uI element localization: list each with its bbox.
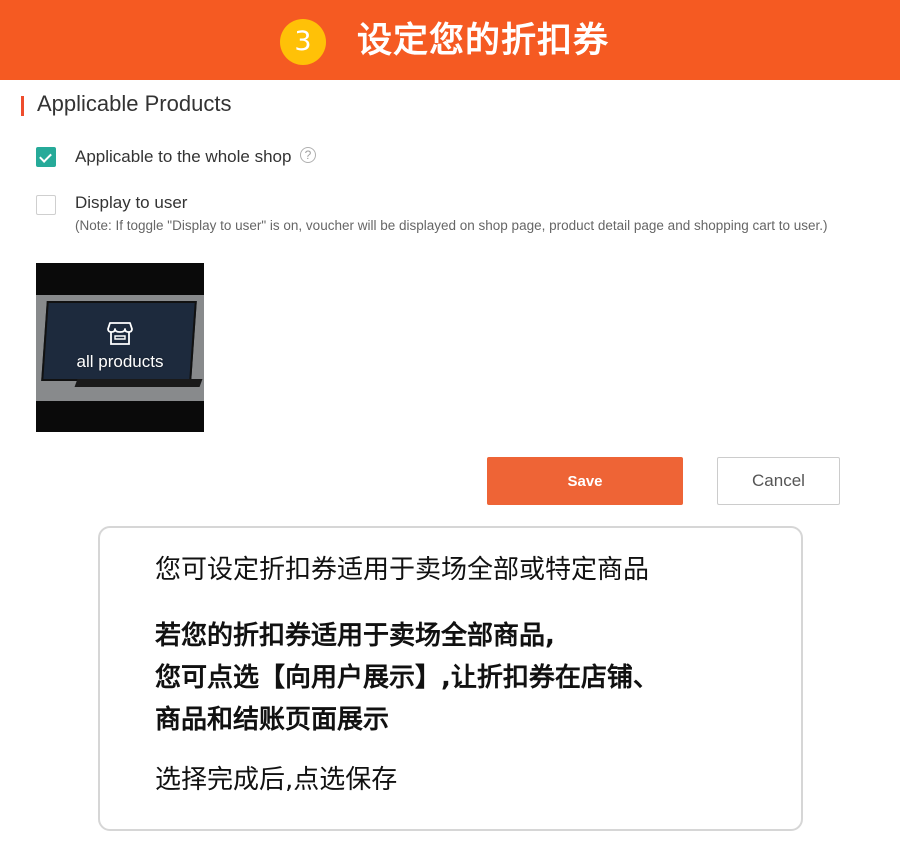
all-products-label: all products	[76, 352, 164, 371]
explanation-box: 您可设定折扣券适用于卖场全部或特定商品 若您的折扣券适用于卖场全部商品, 您可点…	[98, 526, 803, 831]
section-title: Applicable Products	[37, 91, 232, 116]
banner-title: 设定您的折扣券	[357, 21, 610, 61]
display-to-user-label[interactable]: Display to user	[75, 192, 187, 214]
whole-shop-label[interactable]: Applicable to the whole shop	[75, 146, 291, 168]
whole-shop-checkbox[interactable]	[36, 147, 56, 167]
laptop-base	[74, 379, 203, 387]
display-to-user-checkbox[interactable]	[36, 195, 56, 215]
help-icon[interactable]: ?	[300, 147, 316, 163]
explanation-line-5: 选择完成后,点选保存	[155, 765, 398, 795]
save-button[interactable]: Save	[487, 457, 683, 505]
shop-icon	[107, 322, 133, 345]
explanation-line-1: 您可设定折扣券适用于卖场全部或特定商品	[155, 555, 650, 585]
explanation-line-2: 若您的折扣券适用于卖场全部商品,	[155, 621, 555, 651]
explanation-line-3: 您可点选【向用户展示】,让折扣券在店铺、	[155, 663, 659, 693]
all-products-card[interactable]: all products	[36, 263, 204, 432]
explanation-line-4: 商品和结账页面展示	[155, 705, 390, 735]
step-number-badge: 3	[280, 19, 326, 65]
display-to-user-note: (Note: If toggle "Display to user" is on…	[75, 218, 828, 233]
header-banner: 3 设定您的折扣券	[0, 0, 900, 80]
cancel-button[interactable]: Cancel	[717, 457, 840, 505]
section-accent-bar	[21, 96, 24, 116]
